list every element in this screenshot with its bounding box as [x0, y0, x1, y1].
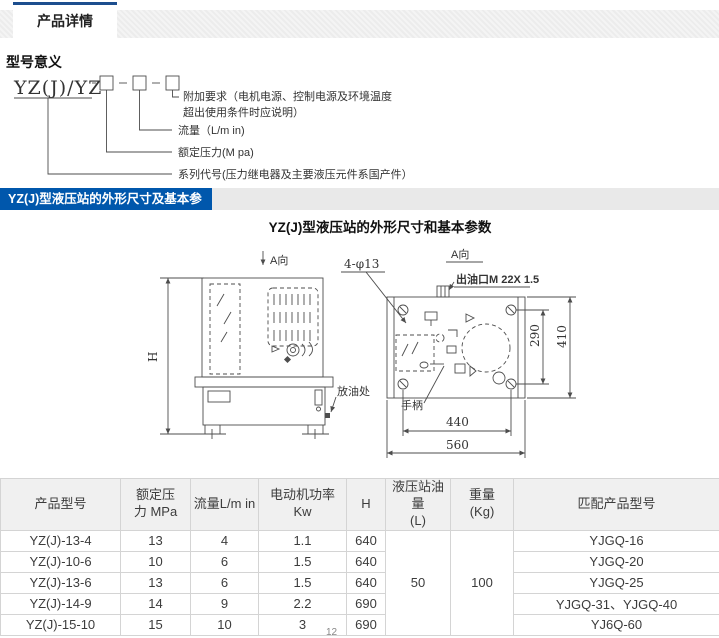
cell-model: YZ(J)-15-10 [1, 614, 121, 635]
top-view: A向 出油口M 22X 1.5 4-φ13 [341, 247, 576, 458]
col-header-flow: 流量L/m in [191, 479, 259, 531]
section-banner-label: YZ(J)型液压站的外形尺寸及基本参 [0, 188, 212, 210]
cell-power: 2.2 [259, 593, 347, 614]
cell-pressure: 13 [121, 530, 191, 551]
tab-label: 产品详情 [37, 13, 93, 29]
front-view: A向 H 放油处 [146, 251, 370, 439]
cell-weight: 100 [451, 530, 514, 635]
model-meaning-heading: 型号意义 [6, 52, 62, 72]
model-box-2 [133, 76, 146, 90]
table-row: YZ(J)-14-9 14 9 2.2 690 YJGQ-31、YJGQ-40 [1, 593, 719, 614]
dim-410: 410 [555, 325, 569, 348]
cell-match: YJGQ-31、YJGQ-40 [514, 593, 719, 614]
cell-oil-volume: 50 [386, 530, 451, 635]
cell-h: 690 [347, 593, 386, 614]
model-box-3 [166, 76, 179, 90]
cell-flow: 6 [191, 551, 259, 572]
a-view-label-right: A向 [451, 247, 469, 261]
table-row: YZ(J)-15-10 15 10 3 690 YJ6Q-60 [1, 614, 719, 635]
col-header-power: 电动机功率 Kw [259, 479, 347, 531]
cell-flow: 10 [191, 614, 259, 635]
cell-model: YZ(J)-10-6 [1, 551, 121, 572]
annotation-flow: 流量（L/m in) [178, 123, 245, 137]
cell-model: YZ(J)-13-4 [1, 530, 121, 551]
technical-drawing: A向 H 放油处 [0, 238, 719, 476]
col-header-oil: 液压站油量 (L) [386, 479, 451, 531]
dim-290: 290 [528, 324, 542, 347]
table-row: YZ(J)-13-4 13 4 1.1 640 50 100 YJGQ-16 [1, 530, 719, 551]
col-header-pressure: 额定压 力 MPa [121, 479, 191, 531]
cell-match: YJGQ-20 [514, 551, 719, 572]
cell-power: 1.5 [259, 551, 347, 572]
model-code-diagram: YZ(J)/YZ 附加要求（电机电源、控制电源及环境温度 超出使用条件时应说明）… [8, 70, 428, 188]
cell-pressure: 14 [121, 593, 191, 614]
model-annotation-lines [48, 90, 179, 174]
cell-power: 1.5 [259, 572, 347, 593]
annotation-extra-line1: 附加要求（电机电源、控制电源及环境温度 [183, 89, 392, 103]
outlet-label: 出油口M 22X 1.5 [456, 272, 539, 286]
drain-label: 放油处 [337, 384, 370, 398]
cell-power: 1.1 [259, 530, 347, 551]
annotation-series: 系列代号(压力继电器及主要液压元件系国产件） [178, 167, 413, 181]
cell-match: YJGQ-25 [514, 572, 719, 593]
page-number: 12 [326, 627, 337, 638]
spec-table: 产品型号 额定压 力 MPa 流量L/m in 电动机功率 Kw H 液压站油量… [0, 478, 719, 636]
cell-pressure: 15 [121, 614, 191, 635]
spec-table-header-row: 产品型号 额定压 力 MPa 流量L/m in 电动机功率 Kw H 液压站油量… [1, 479, 719, 531]
cell-match: YJ6Q-60 [514, 614, 719, 635]
table-row: YZ(J)-10-6 10 6 1.5 640 YJGQ-20 [1, 551, 719, 572]
cell-h: 690 [347, 614, 386, 635]
tab-product-details[interactable]: 产品详情 [13, 2, 117, 38]
dim-H: H [146, 352, 160, 362]
cell-h: 640 [347, 551, 386, 572]
dim-440: 440 [446, 415, 469, 429]
col-header-model: 产品型号 [1, 479, 121, 531]
cell-match: YJGQ-16 [514, 530, 719, 551]
cell-flow: 4 [191, 530, 259, 551]
cell-pressure: 10 [121, 551, 191, 572]
cell-model: YZ(J)-13-6 [1, 572, 121, 593]
model-formula-text: YZ(J)/YZ [13, 77, 102, 99]
annotation-extra-line2: 超出使用条件时应说明） [183, 105, 304, 119]
holes-label: 4-φ13 [344, 257, 379, 271]
annotation-pressure: 额定压力(M pa) [178, 145, 254, 159]
col-header-h: H [347, 479, 386, 531]
cell-h: 640 [347, 572, 386, 593]
section-banner: YZ(J)型液压站的外形尺寸及基本参 [0, 188, 719, 210]
dim-560: 560 [446, 438, 469, 452]
motor-fins [274, 294, 310, 341]
cell-model: YZ(J)-14-9 [1, 593, 121, 614]
cell-h: 640 [347, 530, 386, 551]
drawing-title: YZ(J)型液压站的外形尺寸和基本参数 [40, 216, 719, 236]
col-header-match: 匹配产品型号 [514, 479, 719, 531]
cell-pressure: 13 [121, 572, 191, 593]
cell-flow: 9 [191, 593, 259, 614]
handle-label: 手柄 [401, 398, 423, 412]
a-view-label-left: A向 [270, 253, 288, 267]
col-header-weight: 重量 (Kg) [451, 479, 514, 531]
model-formula: YZ(J)/YZ [13, 76, 179, 99]
table-row: YZ(J)-13-6 13 6 1.5 640 YJGQ-25 [1, 572, 719, 593]
cell-flow: 6 [191, 572, 259, 593]
